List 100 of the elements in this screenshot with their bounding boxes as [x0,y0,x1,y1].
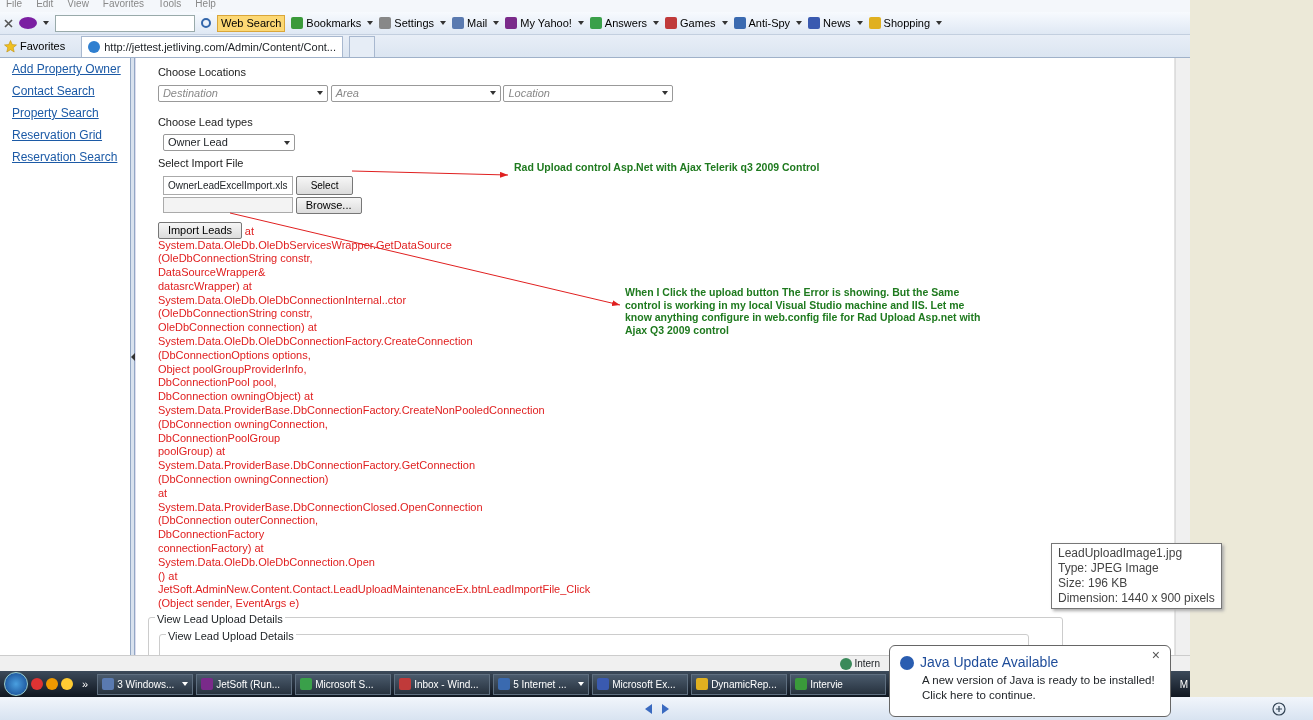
error-text: (Object sender, EventArgs e) [157,597,300,611]
app-icon [379,17,392,29]
search-icon[interactable] [201,18,211,28]
globe-icon [88,41,101,53]
sidebar-link[interactable]: Add Property Owner [12,60,130,78]
app-icon [733,17,746,29]
app-icon [505,17,518,29]
taskbar-button[interactable]: Microsoft Ex... [592,673,689,695]
toolbar-button[interactable]: Answers [589,14,660,32]
menu-item[interactable]: View [67,0,89,12]
taskbar-button[interactable]: DynamicRep... [691,673,788,695]
error-text: System.Data.ProviderBase.DbConnectionClosed.OpenConnection [157,500,483,515]
file-name-field[interactable]: OwnerLeadExcelImport.xls [162,175,293,195]
caret-icon [493,21,500,25]
next-icon[interactable] [661,703,669,714]
dropdown-field[interactable]: Destination [157,84,328,102]
error-text: at [157,486,168,501]
browser-tab[interactable]: http://jettest.jetliving.com/Admin/Content/Cont... [81,36,343,57]
form-label: Choose Lead types [157,114,253,130]
caret-icon [662,91,669,95]
error-text: (DbConnection owningConnection, [157,417,328,432]
app-icon[interactable] [61,678,73,690]
taskbar-button[interactable]: 5 Internet ... [493,673,590,695]
caret-icon [43,21,49,25]
dropdown-field[interactable]: Location [503,84,674,102]
error-text: (OleDbConnectionString constr, [157,307,313,322]
error-text: poolGroup) at [157,445,226,460]
previous-icon[interactable] [644,703,652,714]
caret-icon [489,91,496,95]
error-text: DbConnectionPool pool, [157,376,277,391]
toolbar-button[interactable]: News [808,14,863,32]
file-path-field[interactable] [162,197,293,213]
form-label: Choose Locations [157,65,246,80]
error-text: System.Data.OleDb.OleDbConnectionInternal..ctor [157,293,407,308]
annotation-text: Rad Upload control Asp.Net with Ajax Telerik q3 2009 Control [514,161,820,174]
toolbar-button[interactable]: Settings [379,14,447,32]
sidebar-link[interactable]: Contact Search [12,82,130,100]
import-leads-button[interactable]: Import Leads [157,221,243,239]
close-button[interactable]: × [1151,648,1160,662]
close-icon[interactable] [4,18,13,28]
caret-icon [440,21,447,25]
error-text: DbConnectionFactory [157,528,265,543]
start-button[interactable] [4,672,28,696]
error-text: System.Data.ProviderBase.DbConnectionFactory.GetConnection [157,459,475,474]
caret-icon [856,21,863,25]
tooltip-line: Dimension: 1440 x 900 pixels [1058,591,1215,606]
menu-item[interactable]: Tools [158,0,182,12]
error-text: at [244,224,255,239]
globe-icon [839,657,852,670]
error-text: System.Data.OleDb.OleDbConnectionFactory.CreateConnection [157,335,473,349]
error-text: Object poolGroupProviderInfo, [157,362,307,377]
dropdown-field[interactable]: Owner Lead [162,134,295,151]
sidebar-link[interactable]: Reservation Search [12,148,130,166]
zoom-in-icon[interactable] [1272,702,1286,716]
error-text: (DbConnectionOptions options, [157,348,311,363]
select-button[interactable]: Select [295,175,354,195]
sidebar-link[interactable]: Property Search [12,104,130,122]
toolbar-button[interactable]: Games [665,14,728,32]
taskbar-button[interactable]: JetSoft (Run... [196,673,293,695]
app-icon [868,17,881,29]
app-icon [399,678,412,690]
error-text: JetSoft.AdminNew.Content.Contact.LeadUploadMaintenanceEx.btnLeadImportFile_Click [157,583,591,598]
overflow-button[interactable]: » [82,675,89,693]
collapse-icon[interactable] [130,352,135,361]
app-icon [498,678,511,690]
toolbar-button[interactable]: Mail [452,14,500,32]
notification-balloon[interactable]: Java Update Available A new version of Java is ready to be installed! Click here to continue. × [889,645,1171,717]
caret-icon [721,21,728,25]
app-icon [795,678,808,690]
logo-icon[interactable] [19,17,37,29]
error-text: connectionFactory) at [157,542,264,556]
search-button[interactable]: Web Search [217,14,286,32]
taskbar-button[interactable]: Inbox - Wind... [394,673,491,695]
error-text: System.Data.OleDb.OleDbConnection.Open [157,555,375,570]
caret-icon [367,21,374,25]
app-icon[interactable] [46,678,58,690]
balloon-text: A new version of Java is ready to be installed! [922,673,1156,688]
toolbar-button[interactable]: Shopping [868,14,943,32]
taskbar-button[interactable]: Intervie [790,673,887,695]
menu-item[interactable]: Favorites [102,0,144,12]
toolbar-button[interactable]: Anti-Spy [733,14,803,32]
clock-text: M [1179,677,1188,692]
toolbar-button[interactable]: My Yahoo! [505,14,584,32]
dropdown-field[interactable]: Area [330,84,501,102]
taskbar-button[interactable]: 3 Windows... [97,673,194,695]
search-field[interactable] [55,14,195,32]
app-icon [665,17,678,29]
toolbar-button[interactable]: Bookmarks [291,14,374,32]
app-icon [291,17,304,29]
taskbar-button[interactable]: Microsoft S... [295,673,392,695]
star-icon [4,39,17,53]
browse-button[interactable]: Browse... [295,196,362,214]
status-zone: Intern [839,656,880,671]
tooltip-line: LeadUploadImage1.jpg [1058,546,1184,561]
balloon-title: Java Update Available [920,653,1059,672]
favorites-button[interactable]: Favorites [4,37,66,55]
balloon-text: Click here to continue. [922,688,1037,703]
app-icon [597,678,610,690]
sidebar-link[interactable]: Reservation Grid [12,126,130,144]
app-icon [201,678,214,690]
